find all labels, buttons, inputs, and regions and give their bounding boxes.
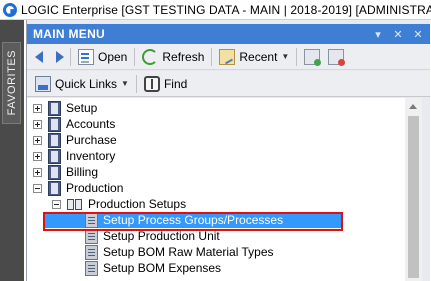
tree-item-label: Setup Process Groups/Processes bbox=[103, 213, 284, 227]
tree-item-label: Accounts bbox=[66, 117, 116, 131]
book-icon bbox=[48, 100, 61, 116]
recent-icon bbox=[219, 48, 236, 65]
tree-item-setup-bom-expenses[interactable]: Setup BOM Expenses bbox=[85, 260, 221, 276]
favorites-strip: FAVORITES bbox=[0, 20, 24, 281]
main-menu-panel: MAIN MENU ▾ ✕ ✕ Open Refresh Recent ▼ Qu… bbox=[26, 20, 430, 281]
tree-item-label: Purchase bbox=[66, 133, 117, 147]
recent-label: Recent bbox=[239, 49, 278, 64]
tree-item-setup-bom-raw-material-types[interactable]: Setup BOM Raw Material Types bbox=[85, 244, 274, 260]
toolbar-separator bbox=[70, 47, 71, 66]
panel-close-icon[interactable]: ✕ bbox=[412, 28, 424, 41]
window-title-bar: LOGIC Enterprise [GST TESTING DATA - MAI… bbox=[0, 0, 431, 20]
expand-icon[interactable] bbox=[33, 151, 42, 161]
secondary-toolbar: Quick Links ▼ Find bbox=[27, 71, 430, 97]
book-icon bbox=[48, 164, 61, 180]
refresh-button[interactable]: Refresh bbox=[138, 46, 208, 68]
open-label: Open bbox=[98, 49, 128, 64]
tree-item-label: Setup bbox=[66, 101, 98, 115]
forward-arrow-icon[interactable] bbox=[56, 50, 64, 63]
quick-links-icon bbox=[35, 75, 51, 92]
tree-item-setup[interactable]: Setup bbox=[33, 100, 97, 116]
scrollbar-thumb[interactable] bbox=[408, 116, 419, 278]
panel-dropdown-icon[interactable]: ▾ bbox=[372, 28, 384, 41]
toolbar-separator bbox=[296, 47, 298, 66]
tree-item-billing[interactable]: Billing bbox=[33, 164, 98, 180]
quick-links-label: Quick Links bbox=[55, 76, 118, 91]
open-book-icon bbox=[67, 197, 83, 212]
panel-pin-icon[interactable]: ✕ bbox=[392, 28, 404, 41]
tree-item-accounts[interactable]: Accounts bbox=[33, 116, 115, 132]
tree-item-purchase[interactable]: Purchase bbox=[33, 132, 117, 148]
tree-item-production[interactable]: Production bbox=[33, 180, 123, 196]
menu-tree: Setup Accounts Purchase Inventory Billin… bbox=[27, 98, 405, 281]
panel-title: MAIN MENU bbox=[33, 27, 106, 41]
tree-item-label: Setup Production Unit bbox=[103, 229, 220, 243]
document-icon bbox=[85, 244, 98, 260]
tree-item-label: Inventory bbox=[66, 149, 116, 163]
toolbar-separator bbox=[134, 47, 136, 66]
tree-item-label: Production bbox=[66, 181, 124, 195]
main-toolbar: Open Refresh Recent ▼ bbox=[27, 44, 430, 70]
book-icon bbox=[48, 132, 61, 148]
recent-dropdown-icon[interactable]: ▼ bbox=[281, 52, 289, 61]
scroll-up-icon[interactable] bbox=[409, 104, 417, 109]
collapse-icon[interactable] bbox=[52, 199, 61, 209]
add-favorite-button[interactable] bbox=[300, 46, 328, 68]
tree-item-label: Billing bbox=[66, 165, 99, 179]
tree-item-production-setups[interactable]: Production Setups bbox=[52, 196, 186, 212]
refresh-label: Refresh bbox=[162, 49, 205, 64]
tree-item-setup-process-groups[interactable]: Setup Process Groups/Processes bbox=[45, 212, 343, 228]
tree-item-label: Setup BOM Expenses bbox=[103, 261, 222, 275]
panel-header: MAIN MENU ▾ ✕ ✕ bbox=[27, 24, 430, 44]
expand-icon[interactable] bbox=[33, 119, 42, 129]
collapse-icon[interactable] bbox=[33, 183, 42, 193]
favorites-label: FAVORITES bbox=[5, 50, 18, 116]
back-arrow-icon[interactable] bbox=[35, 50, 43, 63]
expand-icon[interactable] bbox=[33, 167, 42, 177]
book-icon bbox=[48, 180, 61, 196]
document-icon bbox=[85, 228, 98, 244]
remove-favorite-button[interactable] bbox=[328, 46, 348, 68]
panel-edge bbox=[422, 98, 430, 281]
tree-item-inventory[interactable]: Inventory bbox=[33, 148, 115, 164]
tree-scrollbar[interactable] bbox=[405, 98, 422, 281]
book-icon bbox=[48, 148, 61, 164]
expand-icon[interactable] bbox=[33, 135, 42, 145]
open-button[interactable]: Open bbox=[74, 46, 131, 68]
quick-links-button[interactable]: Quick Links ▼ bbox=[31, 73, 133, 95]
tree-item-label: Setup BOM Raw Material Types bbox=[103, 245, 274, 259]
add-favorite-icon bbox=[304, 48, 322, 66]
book-icon bbox=[48, 116, 61, 132]
app-logo-icon bbox=[3, 2, 17, 17]
favorites-tab[interactable]: FAVORITES bbox=[2, 42, 21, 124]
document-icon bbox=[85, 260, 98, 276]
toolbar-separator bbox=[135, 74, 137, 93]
quick-links-dropdown-icon[interactable]: ▼ bbox=[121, 79, 129, 88]
open-icon bbox=[78, 48, 94, 65]
window-title: LOGIC Enterprise [GST TESTING DATA - MAI… bbox=[21, 2, 431, 17]
tree-item-setup-production-unit[interactable]: Setup Production Unit bbox=[85, 228, 220, 244]
document-icon bbox=[85, 212, 98, 228]
tree-item-label: Production Setups bbox=[88, 197, 187, 211]
expand-icon[interactable] bbox=[33, 103, 42, 113]
find-icon bbox=[143, 75, 160, 92]
find-label: Find bbox=[163, 76, 188, 91]
toolbar-separator bbox=[211, 47, 213, 66]
recent-button[interactable]: Recent ▼ bbox=[215, 46, 293, 68]
find-button[interactable]: Find bbox=[140, 73, 191, 95]
refresh-icon bbox=[142, 48, 159, 65]
remove-favorite-icon bbox=[328, 48, 346, 66]
